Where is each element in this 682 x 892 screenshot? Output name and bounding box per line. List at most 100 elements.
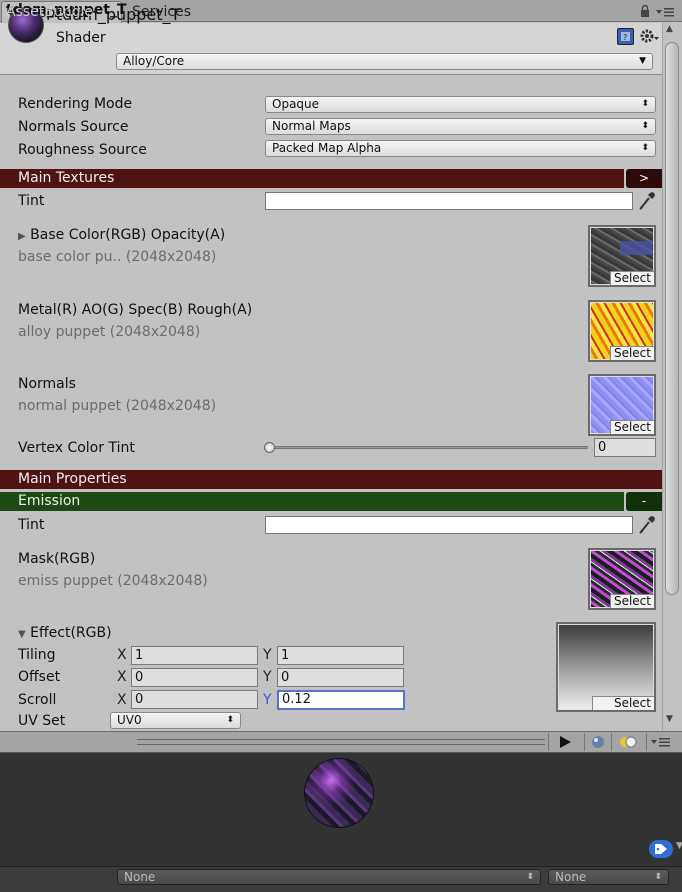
- normals-source-dropdown[interactable]: Normal Maps ⬍: [265, 118, 656, 135]
- emission-section-header[interactable]: Emission: [0, 492, 624, 511]
- toolbar-divider: [584, 733, 585, 751]
- base-color-foldout[interactable]: ▶ Base Color(RGB) Opacity(A): [18, 227, 225, 243]
- gear-icon[interactable]: [640, 27, 660, 45]
- updown-icon: ⬍: [526, 872, 534, 882]
- scroll-x-field[interactable]: 0: [131, 690, 258, 709]
- menu-icon[interactable]: [655, 6, 675, 18]
- metal-info: alloy puppet (2048x2048): [18, 324, 201, 340]
- emission-section-label: Emission: [18, 493, 81, 509]
- rendering-mode-label: Rendering Mode: [18, 96, 133, 112]
- normals-texture-slot[interactable]: Select: [588, 374, 656, 436]
- tiling-x-field[interactable]: 1: [131, 646, 258, 665]
- base-color-select-button[interactable]: Select: [609, 271, 654, 285]
- eyedropper-icon[interactable]: [638, 191, 656, 211]
- uv-set-dropdown[interactable]: UV0 ⬍: [110, 712, 241, 729]
- scroll-label: Scroll: [18, 692, 57, 708]
- tiling-x-axis-label: X: [117, 647, 127, 663]
- triangle-right-icon: ▶: [18, 231, 26, 242]
- asset-bundle-dropdown[interactable]: None ⬍: [117, 869, 541, 885]
- mask-select-button[interactable]: Select: [609, 594, 654, 608]
- scrollbar-thumb[interactable]: [665, 42, 679, 595]
- shader-label: Shader: [56, 30, 106, 46]
- asset-variant-dropdown[interactable]: None ⬍: [548, 869, 669, 885]
- lights-icon[interactable]: [617, 734, 639, 750]
- metal-texture-slot[interactable]: Select: [588, 300, 656, 362]
- roughness-source-dropdown[interactable]: Packed Map Alpha ⬍: [265, 140, 656, 157]
- tag-icon[interactable]: [649, 840, 673, 858]
- uv-set-label: UV Set: [18, 713, 66, 729]
- sphere-icon[interactable]: [590, 734, 606, 750]
- scroll-x-axis-label: X: [117, 692, 127, 708]
- main-textures-toggle-button[interactable]: >: [626, 169, 662, 188]
- mask-info: emiss puppet (2048x2048): [18, 573, 208, 589]
- tiling-label: Tiling: [18, 647, 56, 663]
- texture-highlight: [620, 241, 652, 255]
- normals-select-button[interactable]: Select: [609, 420, 654, 434]
- eyedropper-icon[interactable]: [638, 515, 656, 535]
- updown-icon: ⬍: [641, 143, 649, 153]
- main-textures-section-header[interactable]: Main Textures: [0, 169, 624, 188]
- main-tint-color-field[interactable]: [265, 192, 633, 210]
- chevron-down-icon: ▼: [639, 56, 646, 66]
- scroll-down-icon[interactable]: ▼: [666, 714, 673, 724]
- vertex-color-tint-slider-knob[interactable]: [264, 442, 275, 453]
- uv-set-value: UV0: [117, 713, 142, 727]
- main-tint-label: Tint: [18, 193, 45, 209]
- tiling-y-field[interactable]: 1: [277, 646, 404, 665]
- base-color-texture-slot[interactable]: Select: [588, 225, 656, 287]
- vertex-color-tint-label: Vertex Color Tint: [18, 440, 135, 456]
- tiling-y-axis-label: Y: [263, 647, 272, 663]
- asset-bundle-label: AssetBundle: [6, 4, 94, 20]
- scroll-y-field[interactable]: 0.12: [277, 690, 405, 710]
- offset-y-axis-label: Y: [263, 669, 272, 685]
- effect-foldout[interactable]: ▼ Effect(RGB): [18, 625, 112, 641]
- base-color-label: Base Color(RGB) Opacity(A): [30, 227, 226, 243]
- lock-icon[interactable]: [640, 4, 650, 17]
- material-preview-sphere[interactable]: [304, 758, 374, 828]
- effect-texture-slot[interactable]: Select: [556, 622, 656, 712]
- main-properties-section-header[interactable]: Main Properties: [0, 470, 662, 489]
- offset-y-field[interactable]: 0: [277, 668, 404, 687]
- offset-label: Offset: [18, 669, 61, 685]
- normals-source-label: Normals Source: [18, 119, 129, 135]
- base-color-info: base color pu.. (2048x2048): [18, 249, 217, 265]
- preview-drag-handle[interactable]: [137, 739, 545, 745]
- scroll-y-axis-label: Y: [263, 692, 272, 708]
- asset-bundle-value: None: [124, 870, 156, 884]
- roughness-source-label: Roughness Source: [18, 142, 147, 158]
- emission-tint-color-field[interactable]: [265, 516, 633, 534]
- collapse-icon[interactable]: ▼: [676, 841, 682, 851]
- toolbar-divider: [548, 733, 549, 751]
- updown-icon: ⬍: [226, 715, 234, 725]
- metal-select-button[interactable]: Select: [609, 346, 654, 360]
- emission-toggle-button[interactable]: -: [626, 492, 662, 511]
- mask-label: Mask(RGB): [18, 551, 96, 567]
- play-icon[interactable]: [556, 734, 574, 750]
- effect-label: Effect(RGB): [30, 625, 112, 641]
- mask-texture-slot[interactable]: Select: [588, 548, 656, 610]
- main-properties-section-label: Main Properties: [18, 471, 127, 487]
- rendering-mode-dropdown[interactable]: Opaque ⬍: [265, 96, 656, 113]
- roughness-source-value: Packed Map Alpha: [272, 141, 382, 155]
- book-icon[interactable]: ?: [617, 28, 634, 45]
- shader-value: Alloy/Core: [123, 54, 185, 68]
- updown-icon: ⬍: [654, 872, 662, 882]
- svg-text:?: ?: [623, 33, 627, 42]
- scroll-up-icon[interactable]: ▲: [666, 24, 673, 34]
- normals-source-value: Normal Maps: [272, 119, 351, 133]
- shader-dropdown[interactable]: Alloy/Core ▼: [116, 53, 653, 70]
- toolbar-divider: [646, 733, 647, 751]
- updown-icon: ⬍: [641, 121, 649, 131]
- main-textures-section-label: Main Textures: [18, 170, 115, 186]
- offset-x-axis-label: X: [117, 669, 127, 685]
- asset-variant-value: None: [555, 870, 587, 884]
- toolbar-divider: [611, 733, 612, 751]
- normals-info: normal puppet (2048x2048): [18, 398, 217, 414]
- offset-x-field[interactable]: 0: [131, 668, 258, 687]
- updown-icon: ⬍: [641, 99, 649, 109]
- effect-select-button[interactable]: Select: [592, 696, 654, 710]
- normals-label: Normals: [18, 376, 76, 392]
- vertex-color-tint-slider[interactable]: [268, 446, 588, 449]
- menu-icon[interactable]: [650, 736, 672, 748]
- vertex-color-tint-value-field[interactable]: 0: [594, 438, 656, 457]
